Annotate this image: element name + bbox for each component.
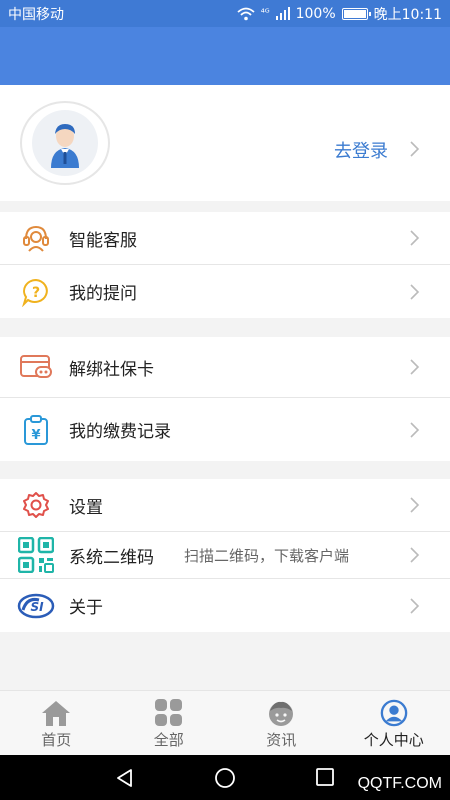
menu-section-social-security: 解绑社保卡 ¥ 我的缴费记录: [0, 337, 450, 461]
menu-item-label: 系统二维码: [69, 547, 154, 568]
tab-personal-center[interactable]: 个人中心: [338, 691, 450, 755]
chevron-right-icon: [410, 141, 420, 157]
tab-label: 个人中心: [363, 731, 424, 749]
chevron-right-icon: [410, 547, 420, 563]
home-circle-icon[interactable]: [214, 767, 236, 789]
watermark: QQTF.COM: [357, 775, 442, 792]
news-face-icon: [269, 701, 294, 726]
status-bar: 中国移动 ⁴ᴳ 100% 晚上10:11: [0, 0, 450, 27]
yuan-clipboard-icon: ¥: [20, 414, 52, 446]
headset-icon: [20, 222, 52, 254]
carrier-name: 中国移动: [8, 6, 64, 23]
clock: 晚上10:11: [373, 6, 442, 23]
tab-label: 全部: [153, 731, 184, 749]
chevron-right-icon: [410, 230, 420, 246]
menu-item-qr-code[interactable]: 系统二维码 扫描二维码，下载客户端: [0, 532, 450, 579]
user-circle-icon: [380, 699, 408, 727]
chevron-right-icon: [410, 359, 420, 375]
menu-item-unbind-card[interactable]: 解绑社保卡: [0, 337, 450, 398]
tab-home[interactable]: 首页: [0, 691, 113, 755]
profile-card[interactable]: 去登录: [0, 85, 450, 201]
menu-item-payment-records[interactable]: ¥ 我的缴费记录: [0, 398, 450, 461]
qr-code-icon: [18, 537, 54, 573]
grid-icon: [154, 699, 182, 726]
wifi-icon: [237, 7, 255, 20]
tab-label: 资讯: [266, 731, 297, 749]
svg-text:?: ?: [32, 285, 40, 301]
question-bubble-icon: ?: [20, 276, 52, 308]
home-icon: [42, 701, 71, 726]
chevron-right-icon: [410, 421, 420, 438]
signal-icon: [275, 7, 290, 20]
tab-all[interactable]: 全部: [113, 691, 226, 755]
menu-item-label: 智能客服: [69, 230, 137, 251]
menu-section-support: 智能客服 ? 我的提问: [0, 212, 450, 318]
menu-item-label: 解绑社保卡: [69, 359, 154, 380]
menu-item-about[interactable]: SI 关于: [0, 579, 450, 632]
menu-item-subtitle: 扫描二维码，下载客户端: [184, 546, 350, 565]
network-type: ⁴ᴳ: [260, 8, 270, 19]
tab-news[interactable]: 资讯: [225, 691, 338, 755]
user-avatar-icon: [51, 124, 79, 168]
chevron-right-icon: [410, 497, 420, 513]
svg-text:SI: SI: [30, 600, 44, 614]
bottom-tab-bar: 首页 全部 资讯 个人中心: [0, 690, 450, 755]
login-link[interactable]: 去登录: [334, 137, 388, 163]
svg-text:¥: ¥: [31, 428, 40, 443]
menu-item-settings[interactable]: 设置: [0, 479, 450, 532]
menu-item-label: 设置: [69, 497, 103, 518]
card-icon: [20, 351, 52, 383]
menu-item-label: 关于: [69, 598, 103, 618]
battery-percent: 100%: [295, 5, 336, 22]
tab-label: 首页: [41, 731, 72, 749]
menu-item-label: 我的提问: [69, 284, 137, 304]
si-logo-icon: SI: [17, 590, 55, 622]
header-bar: [0, 27, 450, 85]
battery-icon: [341, 7, 371, 20]
menu-item-customer-service[interactable]: 智能客服: [0, 212, 450, 265]
system-nav-bar: QQTF.COM: [0, 755, 450, 800]
menu-section-system: 设置 系统二维码 扫描二维码，下载客户端 SI 关于: [0, 479, 450, 632]
menu-item-my-questions[interactable]: ? 我的提问: [0, 265, 450, 318]
recent-apps-icon[interactable]: [316, 768, 334, 786]
chevron-right-icon: [410, 283, 420, 300]
gear-icon: [20, 489, 52, 521]
avatar[interactable]: [20, 101, 110, 185]
menu-item-label: 我的缴费记录: [69, 422, 171, 442]
back-icon[interactable]: [115, 768, 135, 788]
chevron-right-icon: [410, 597, 420, 614]
